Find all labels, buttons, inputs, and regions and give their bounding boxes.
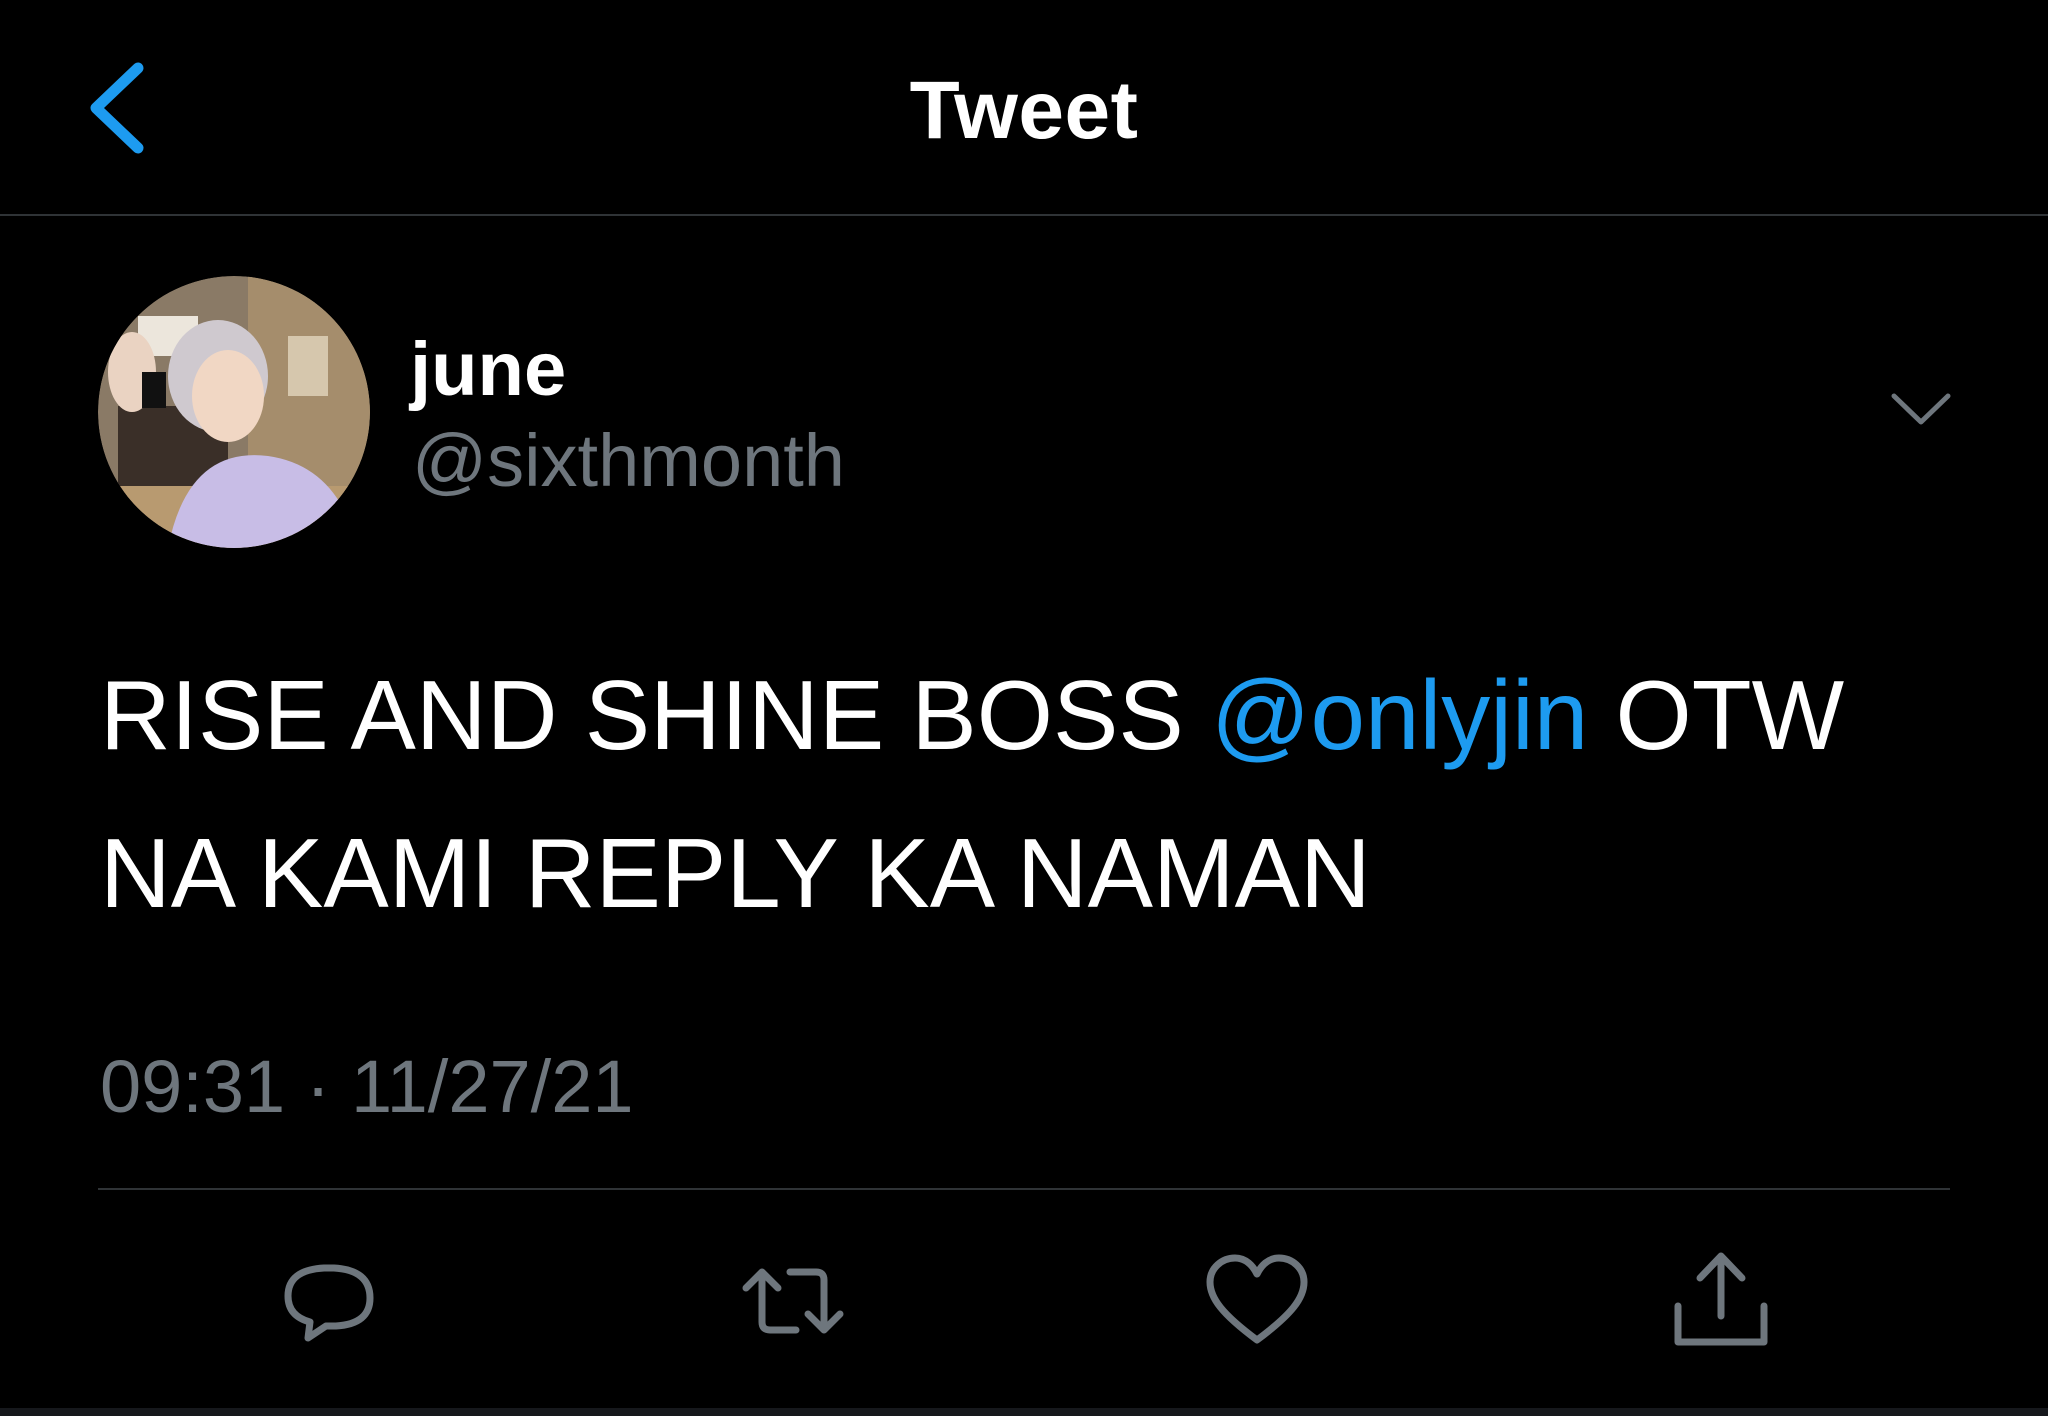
mention-link[interactable]: @onlyjin	[1211, 660, 1588, 770]
share-icon	[1674, 1252, 1768, 1346]
tweet-text-part: OTW	[1588, 660, 1845, 770]
like-icon	[1206, 1254, 1308, 1344]
retweet-button[interactable]	[738, 1246, 848, 1356]
top-nav-bar: Tweet	[0, 0, 2048, 216]
divider	[98, 1188, 1950, 1190]
author-handle[interactable]: @sixthmonth	[412, 418, 845, 503]
tweet-text-line: NA KAMI REPLY KA NAMAN	[100, 818, 1371, 928]
tweet-text: RISE AND SHINE BOSS @onlyjin OTW NA KAMI…	[100, 636, 2000, 952]
retweet-icon	[742, 1268, 844, 1334]
page-title: Tweet	[909, 65, 1139, 156]
reply-button[interactable]	[274, 1246, 384, 1356]
tweet-text-part: RISE AND SHINE BOSS	[100, 660, 1211, 770]
bottom-edge	[0, 1408, 2048, 1416]
reply-icon	[284, 1264, 374, 1342]
avatar[interactable]	[98, 276, 370, 548]
tweet-timestamp: 09:31 · 11/27/21	[100, 1045, 634, 1128]
author-display-name[interactable]: june	[410, 326, 566, 413]
tweet-options-button[interactable]	[1888, 388, 1954, 432]
share-button[interactable]	[1666, 1246, 1776, 1356]
chevron-down-icon	[1891, 393, 1951, 425]
like-button[interactable]	[1202, 1246, 1312, 1356]
